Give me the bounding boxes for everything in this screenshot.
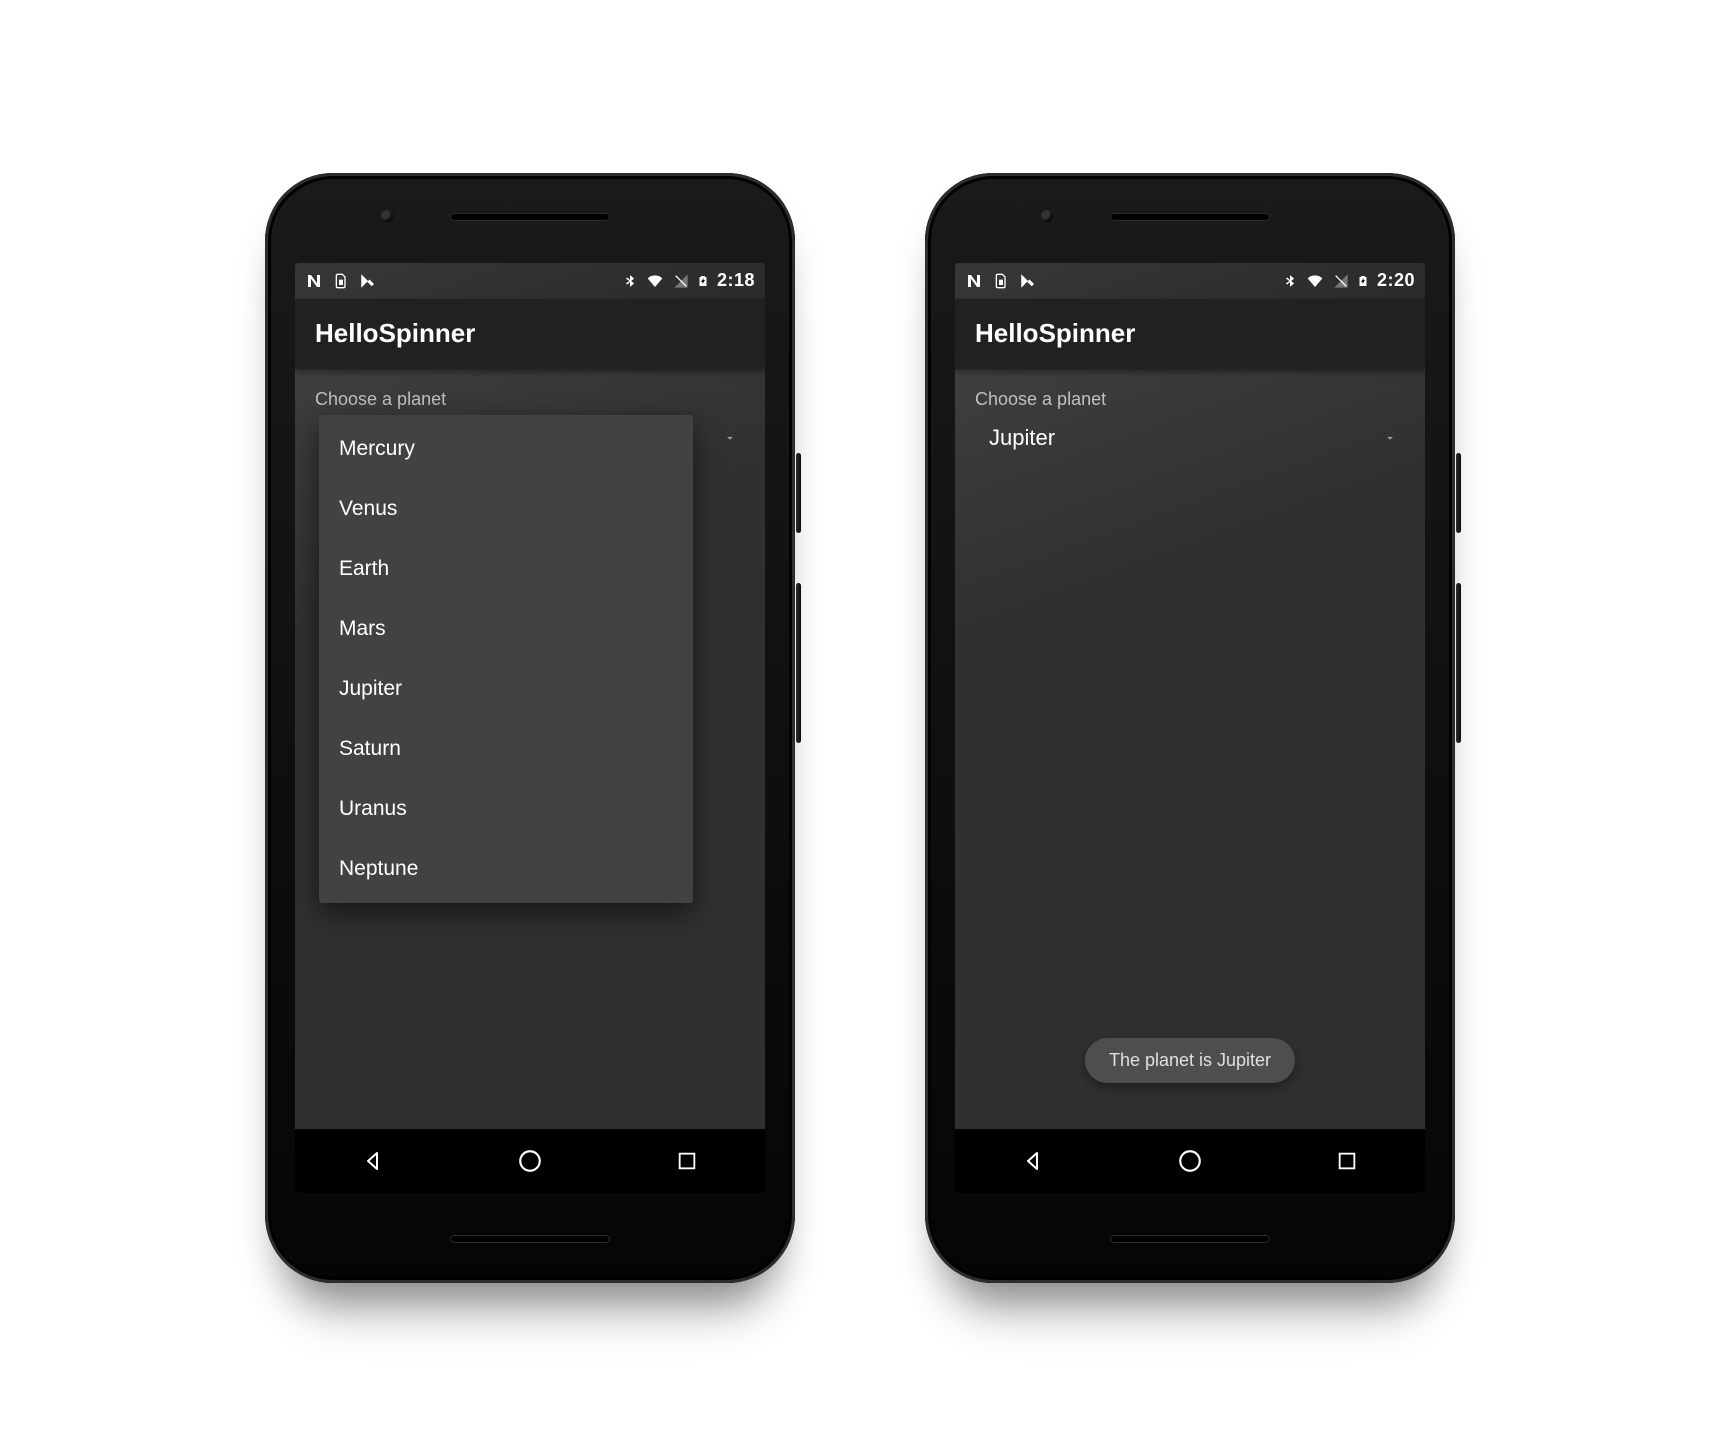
cell-icon [673, 273, 689, 289]
recents-button[interactable] [1333, 1147, 1361, 1175]
bottom-speaker [1110, 1235, 1270, 1243]
battery-charging-icon [697, 272, 709, 290]
front-camera [380, 209, 394, 223]
earpiece [1110, 213, 1270, 221]
status-bar: 2:18 [295, 263, 765, 299]
app-title: HelloSpinner [315, 318, 475, 349]
option-jupiter[interactable]: Jupiter [319, 659, 693, 719]
device-left: 2:18 HelloSpinner Choose a planet Mercur… [265, 173, 795, 1283]
cell-icon [1333, 273, 1349, 289]
bluetooth-icon [1283, 272, 1297, 290]
status-bar: 2:20 [955, 263, 1425, 299]
bluetooth-icon [623, 272, 637, 290]
home-button[interactable] [516, 1147, 544, 1175]
back-button[interactable] [1019, 1147, 1047, 1175]
battery-charging-icon [1357, 272, 1369, 290]
chevron-down-icon [723, 431, 737, 445]
volume-rocker [1456, 583, 1461, 743]
app-content: Choose a planet Mercury Mercury Venus Ea… [295, 369, 765, 1153]
app-bar: HelloSpinner [955, 299, 1425, 369]
volume-rocker [796, 583, 801, 743]
spinner-selected-value: Jupiter [989, 425, 1055, 451]
earpiece [450, 213, 610, 221]
status-time: 2:18 [717, 270, 755, 291]
app-title: HelloSpinner [975, 318, 1135, 349]
android-n-icon [305, 272, 323, 290]
option-neptune[interactable]: Neptune [319, 839, 693, 899]
navigation-bar [295, 1129, 765, 1193]
spinner-dropdown: Mercury Venus Earth Mars Jupiter Saturn … [319, 415, 693, 903]
option-mercury[interactable]: Mercury [319, 419, 693, 479]
screen: 2:20 HelloSpinner Choose a planet Jupite… [955, 263, 1425, 1193]
option-mars[interactable]: Mars [319, 599, 693, 659]
debug-icon [1019, 272, 1037, 290]
chevron-down-icon [1383, 431, 1397, 445]
home-button[interactable] [1176, 1147, 1204, 1175]
power-button [796, 453, 801, 533]
navigation-bar [955, 1129, 1425, 1193]
sim-icon [993, 272, 1009, 290]
android-n-icon [965, 272, 983, 290]
power-button [1456, 453, 1461, 533]
front-camera [1040, 209, 1054, 223]
wifi-icon [645, 273, 665, 289]
recents-button[interactable] [673, 1147, 701, 1175]
debug-icon [359, 272, 377, 290]
spinner-label: Choose a planet [975, 389, 1405, 410]
option-earth[interactable]: Earth [319, 539, 693, 599]
option-saturn[interactable]: Saturn [319, 719, 693, 779]
app-content: Choose a planet Jupiter The planet is Ju… [955, 369, 1425, 1153]
status-time: 2:20 [1377, 270, 1415, 291]
toast-message: The planet is Jupiter [1085, 1038, 1295, 1083]
bottom-speaker [450, 1235, 610, 1243]
spinner-label: Choose a planet [315, 389, 745, 410]
planet-spinner[interactable]: Jupiter [975, 416, 1405, 460]
wifi-icon [1305, 273, 1325, 289]
app-bar: HelloSpinner [295, 299, 765, 369]
screen: 2:18 HelloSpinner Choose a planet Mercur… [295, 263, 765, 1193]
back-button[interactable] [359, 1147, 387, 1175]
device-right: 2:20 HelloSpinner Choose a planet Jupite… [925, 173, 1455, 1283]
option-uranus[interactable]: Uranus [319, 779, 693, 839]
sim-icon [333, 272, 349, 290]
option-venus[interactable]: Venus [319, 479, 693, 539]
